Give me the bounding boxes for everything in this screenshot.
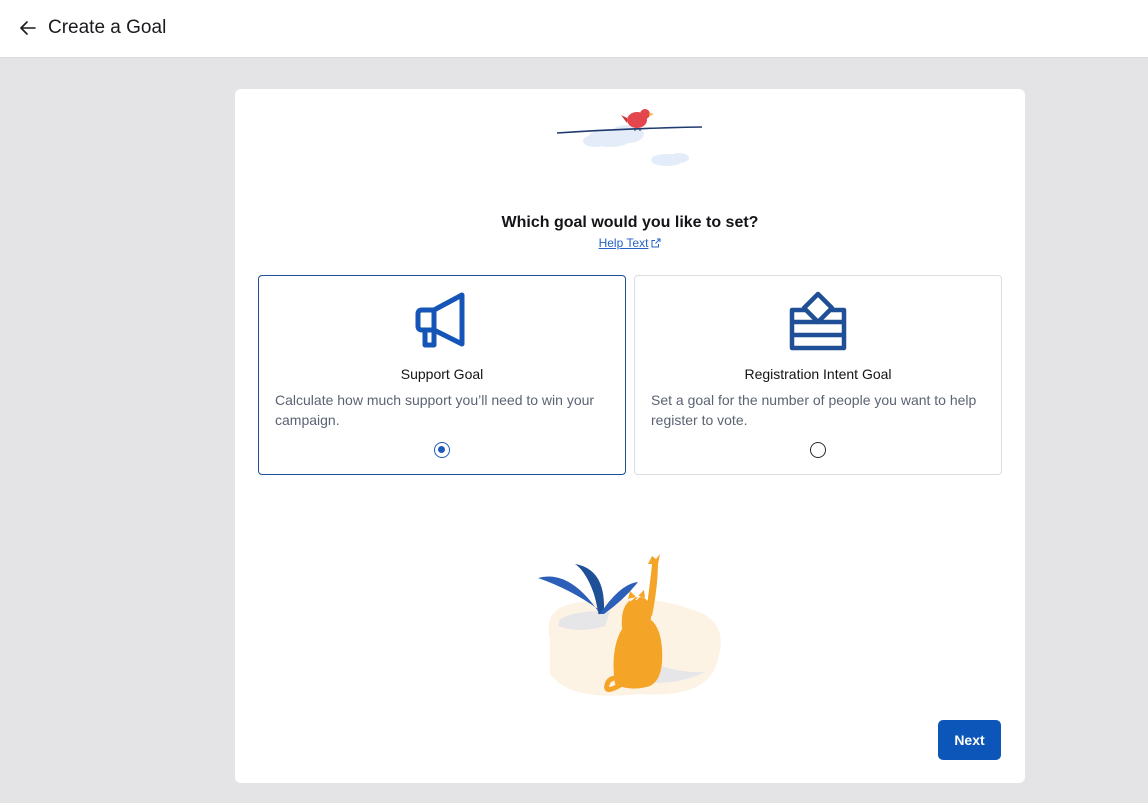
back-button[interactable] — [14, 15, 42, 41]
support-goal-option[interactable]: Support Goal Calculate how much support … — [258, 275, 626, 475]
ballot-box-icon — [789, 291, 847, 351]
external-link-icon — [651, 238, 661, 248]
cat-illustration — [538, 554, 721, 696]
registration-intent-goal-description: Set a goal for the number of people you … — [651, 392, 977, 428]
registration-intent-goal-option[interactable]: Registration Intent Goal Set a goal for … — [634, 275, 1002, 475]
goal-card: Which goal would you like to set? Help T… — [235, 89, 1025, 783]
registration-intent-goal-title: Registration Intent Goal — [744, 366, 892, 382]
next-button[interactable]: Next — [938, 720, 1001, 760]
arrow-left-icon — [20, 21, 36, 35]
help-row: Help Text — [235, 236, 1025, 250]
goal-question: Which goal would you like to set? — [501, 214, 759, 231]
support-goal-title: Support Goal — [400, 366, 484, 382]
support-goal-description: Calculate how much support you’ll need t… — [275, 392, 595, 428]
support-goal-radio[interactable] — [434, 442, 450, 458]
top-bar: Create a Goal — [0, 0, 1148, 57]
registration-intent-goal-radio[interactable] — [810, 442, 826, 458]
bird-on-wire-illustration — [556, 109, 703, 166]
page-title: Create a Goal — [48, 17, 167, 38]
help-text-link[interactable]: Help Text — [599, 236, 649, 250]
megaphone-icon — [415, 292, 465, 348]
